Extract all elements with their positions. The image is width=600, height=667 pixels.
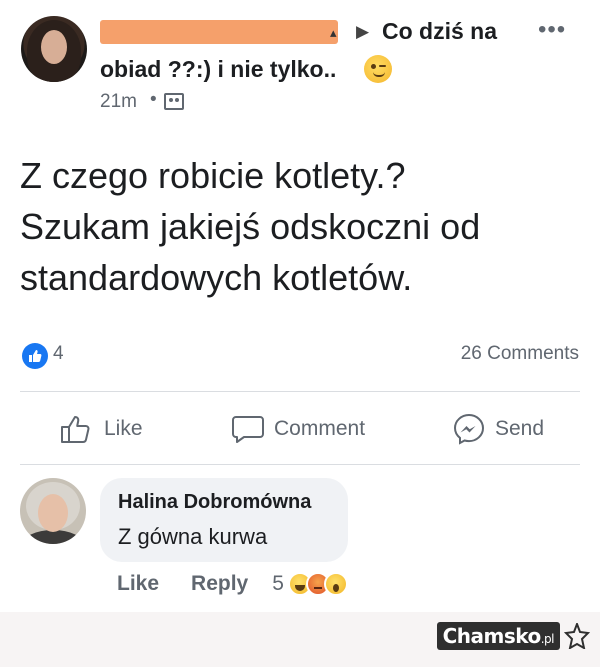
watermark-logo: Chamsko.pl (436, 622, 560, 650)
send-button-label: Send (495, 417, 545, 440)
like-button[interactable]: Like (60, 412, 143, 446)
watermark: Chamsko.pl (436, 622, 590, 650)
group-name-continued[interactable]: obiad ??:) i nie tylko.. (100, 56, 336, 83)
wink-emoji-icon (364, 55, 392, 83)
comment-reply-link[interactable]: Reply (191, 572, 248, 596)
send-button[interactable]: Send (453, 412, 544, 446)
group-privacy-icon (164, 93, 184, 110)
comment-author-name[interactable]: Halina Dobromówna (118, 491, 311, 514)
comment-bubble: Halina Dobromówna Z gówna kurwa (100, 478, 348, 562)
divider (20, 391, 580, 392)
comment-text: Z gówna kurwa (118, 524, 268, 549)
post-timestamp[interactable]: 21m (100, 91, 137, 113)
divider (20, 464, 580, 465)
comment-bubble-icon (232, 416, 264, 443)
wow-reaction-icon[interactable] (323, 572, 348, 596)
comments-count[interactable]: 26 Comments (461, 343, 579, 365)
post-header: ▴ ▶ Co dziś na obiad ??:) i nie tylko.. … (0, 0, 600, 125)
avatar-shirt (22, 530, 84, 544)
post-body-line: Z czego robicie kotlety.? (20, 155, 406, 196)
reaction-count[interactable]: 4 (53, 343, 64, 365)
arrow-right-icon: ▶ (356, 22, 370, 41)
messenger-icon (453, 413, 485, 445)
thumbs-up-icon (61, 416, 90, 443)
author-avatar[interactable] (21, 16, 87, 82)
more-options-icon[interactable]: ••• (538, 16, 566, 44)
comment-like-link[interactable]: Like (117, 572, 159, 596)
comment-reaction-count[interactable]: 5 (272, 572, 284, 596)
post-body: Z czego robicie kotlety.? Szukam jakiejś… (20, 150, 580, 303)
like-button-label: Like (104, 417, 143, 440)
comment-button-label: Comment (274, 417, 366, 440)
post-body-line: Szukam jakiejś odskoczni od (20, 206, 481, 247)
author-name-tail: ▴ (330, 25, 337, 40)
comment-actions: Like Reply 5 (117, 572, 348, 596)
redacted-author-name (100, 20, 338, 44)
commenter-avatar[interactable] (20, 478, 86, 544)
group-name[interactable]: Co dziś na (382, 18, 497, 45)
like-reaction-icon[interactable] (22, 343, 48, 369)
avatar-face (38, 494, 68, 532)
comment-button[interactable]: Comment (232, 412, 365, 446)
timestamp-separator: • (150, 89, 157, 110)
avatar-face (41, 30, 67, 64)
post-body-line: standardowych kotletów. (20, 257, 413, 298)
watermark-star-icon (564, 623, 590, 649)
